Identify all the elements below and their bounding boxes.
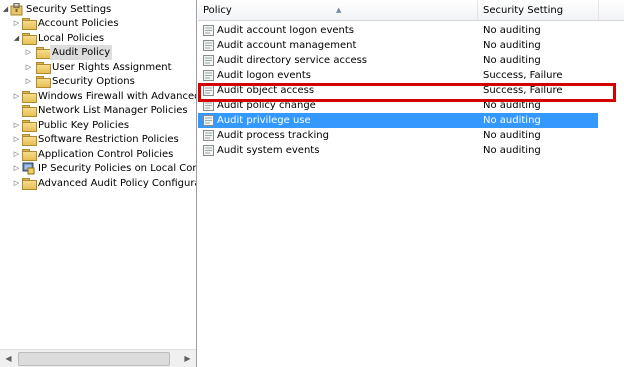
tree-item-label: Advanced Audit Policy Configuration — [38, 178, 196, 189]
scrollbar-thumb[interactable] — [18, 352, 170, 366]
horizontal-scrollbar[interactable]: ◀ ▶ — [0, 349, 196, 367]
security-setting: Success, Failure — [483, 85, 563, 96]
security-setting: No auditing — [483, 130, 541, 141]
tree-item-label: Software Restriction Policies — [38, 134, 179, 145]
table-row-selected[interactable]: Audit privilege use No auditing — [198, 113, 598, 128]
policy-name: Audit policy change — [217, 100, 316, 111]
policy-list: Policy ▲ Security Setting Audit account … — [198, 0, 624, 367]
column-header-policy[interactable]: Policy ▲ — [198, 0, 478, 20]
expand-arrow-icon[interactable]: ▷ — [12, 132, 21, 147]
table-row[interactable]: Audit directory service access No auditi… — [198, 53, 598, 68]
scroll-right-icon[interactable]: ▶ — [179, 350, 196, 367]
policy-icon — [203, 40, 214, 51]
tree-item-label: Security Settings — [26, 4, 112, 15]
tree-item-ip-security[interactable]: ▷ IP Security Policies on Local Compute — [0, 161, 196, 176]
policy-name: Audit account logon events — [217, 25, 354, 36]
policy-icon — [203, 130, 214, 141]
expand-arrow-icon[interactable]: ▷ — [12, 161, 21, 176]
folder-icon — [36, 76, 51, 88]
security-setting: No auditing — [483, 115, 541, 126]
security-setting: No auditing — [483, 100, 541, 111]
tree-item-security-settings[interactable]: ◢ Security Settings — [0, 2, 196, 17]
collapse-arrow-icon[interactable]: ◢ — [1, 2, 10, 17]
list-header: Policy ▲ Security Setting — [198, 0, 624, 21]
folder-icon — [22, 18, 37, 30]
tree-item-local-policies[interactable]: ◢ Local Policies — [0, 31, 196, 46]
policy-icon — [203, 100, 214, 111]
policy-icon — [203, 85, 214, 96]
expand-arrow-icon[interactable]: ▷ — [12, 118, 21, 133]
tree-item-label: Audit Policy — [50, 45, 113, 60]
folder-icon — [22, 91, 37, 103]
table-row[interactable]: Audit account logon events No auditing — [198, 23, 598, 38]
column-header-label: Security Setting — [483, 5, 564, 16]
policy-name: Audit process tracking — [217, 130, 329, 141]
policy-name: Audit directory service access — [217, 55, 368, 66]
expand-arrow-icon[interactable]: ▷ — [12, 176, 21, 191]
security-settings-icon — [10, 3, 23, 16]
tree-item-network-list-manager[interactable]: Network List Manager Policies — [0, 103, 196, 118]
security-setting: No auditing — [483, 40, 541, 51]
policy-icon — [203, 55, 214, 66]
table-row[interactable]: Audit process tracking No auditing — [198, 128, 598, 143]
tree-item-label: IP Security Policies on Local Compute — [38, 163, 196, 174]
tree-item-label: Public Key Policies — [38, 120, 130, 131]
tree-item-label: Windows Firewall with Advanced Sec — [38, 91, 197, 102]
tree-item-label: Application Control Policies — [38, 149, 174, 160]
tree-item-advanced-audit[interactable]: ▷ Advanced Audit Policy Configuration — [0, 176, 196, 191]
tree-item-software-restriction[interactable]: ▷ Software Restriction Policies — [0, 132, 196, 147]
tree-item-label: Local Policies — [38, 33, 105, 44]
expand-arrow-icon[interactable]: ▷ — [24, 74, 33, 89]
expand-arrow-icon[interactable]: ▷ — [24, 45, 33, 60]
tree-item-label: Account Policies — [38, 18, 119, 29]
tree-item-label: Network List Manager Policies — [38, 105, 188, 116]
folder-open-icon — [22, 33, 37, 45]
security-setting: No auditing — [483, 145, 541, 156]
policy-name: Audit object access — [217, 85, 315, 96]
scroll-left-icon[interactable]: ◀ — [0, 350, 17, 367]
security-setting: Success, Failure — [483, 70, 563, 81]
policy-name: Audit logon events — [217, 70, 311, 81]
tree-item-windows-firewall[interactable]: ▷ Windows Firewall with Advanced Sec — [0, 89, 196, 104]
expand-arrow-icon[interactable]: ▷ — [12, 16, 21, 31]
table-row[interactable]: Audit policy change No auditing — [198, 98, 598, 113]
tree-item-application-control[interactable]: ▷ Application Control Policies — [0, 147, 196, 162]
policy-name: Audit privilege use — [217, 115, 311, 126]
table-row[interactable]: Audit account management No auditing — [198, 38, 598, 53]
folder-icon — [22, 105, 37, 117]
folder-icon — [22, 149, 37, 161]
table-row[interactable]: Audit system events No auditing — [198, 143, 598, 158]
ip-security-icon — [22, 162, 35, 175]
policy-icon — [203, 25, 214, 36]
column-header-security-setting[interactable]: Security Setting — [478, 0, 599, 20]
expand-arrow-icon[interactable]: ▷ — [24, 60, 33, 75]
policy-icon — [203, 145, 214, 156]
navigation-tree: ◢ Security Settings ▷ Account Policies ◢… — [0, 0, 197, 367]
security-setting: No auditing — [483, 25, 541, 36]
policy-icon — [203, 70, 214, 81]
policy-name: Audit system events — [217, 145, 320, 156]
policy-name: Audit account management — [217, 40, 357, 51]
tree-item-label: Security Options — [52, 76, 135, 87]
column-header-label: Policy — [203, 5, 232, 16]
folder-icon — [22, 178, 37, 190]
security-setting: No auditing — [483, 55, 541, 66]
folder-icon — [36, 62, 51, 74]
table-row[interactable]: Audit object access Success, Failure — [198, 83, 598, 98]
expand-arrow-icon[interactable]: ▷ — [12, 147, 21, 162]
folder-icon — [22, 120, 37, 132]
tree-item-user-rights-assignment[interactable]: ▷ User Rights Assignment — [0, 60, 196, 75]
folder-icon — [36, 47, 51, 59]
tree-item-audit-policy[interactable]: ▷ Audit Policy — [0, 45, 196, 60]
expand-arrow-icon[interactable]: ▷ — [12, 89, 21, 104]
table-row[interactable]: Audit logon events Success, Failure — [198, 68, 598, 83]
tree-item-public-key-policies[interactable]: ▷ Public Key Policies — [0, 118, 196, 133]
folder-icon — [22, 134, 37, 146]
tree-item-security-options[interactable]: ▷ Security Options — [0, 74, 196, 89]
collapse-arrow-icon[interactable]: ◢ — [12, 31, 21, 46]
policy-icon — [203, 115, 214, 126]
sort-ascending-icon: ▲ — [336, 6, 342, 14]
tree-item-account-policies[interactable]: ▷ Account Policies — [0, 16, 196, 31]
tree-item-label: User Rights Assignment — [52, 62, 172, 73]
